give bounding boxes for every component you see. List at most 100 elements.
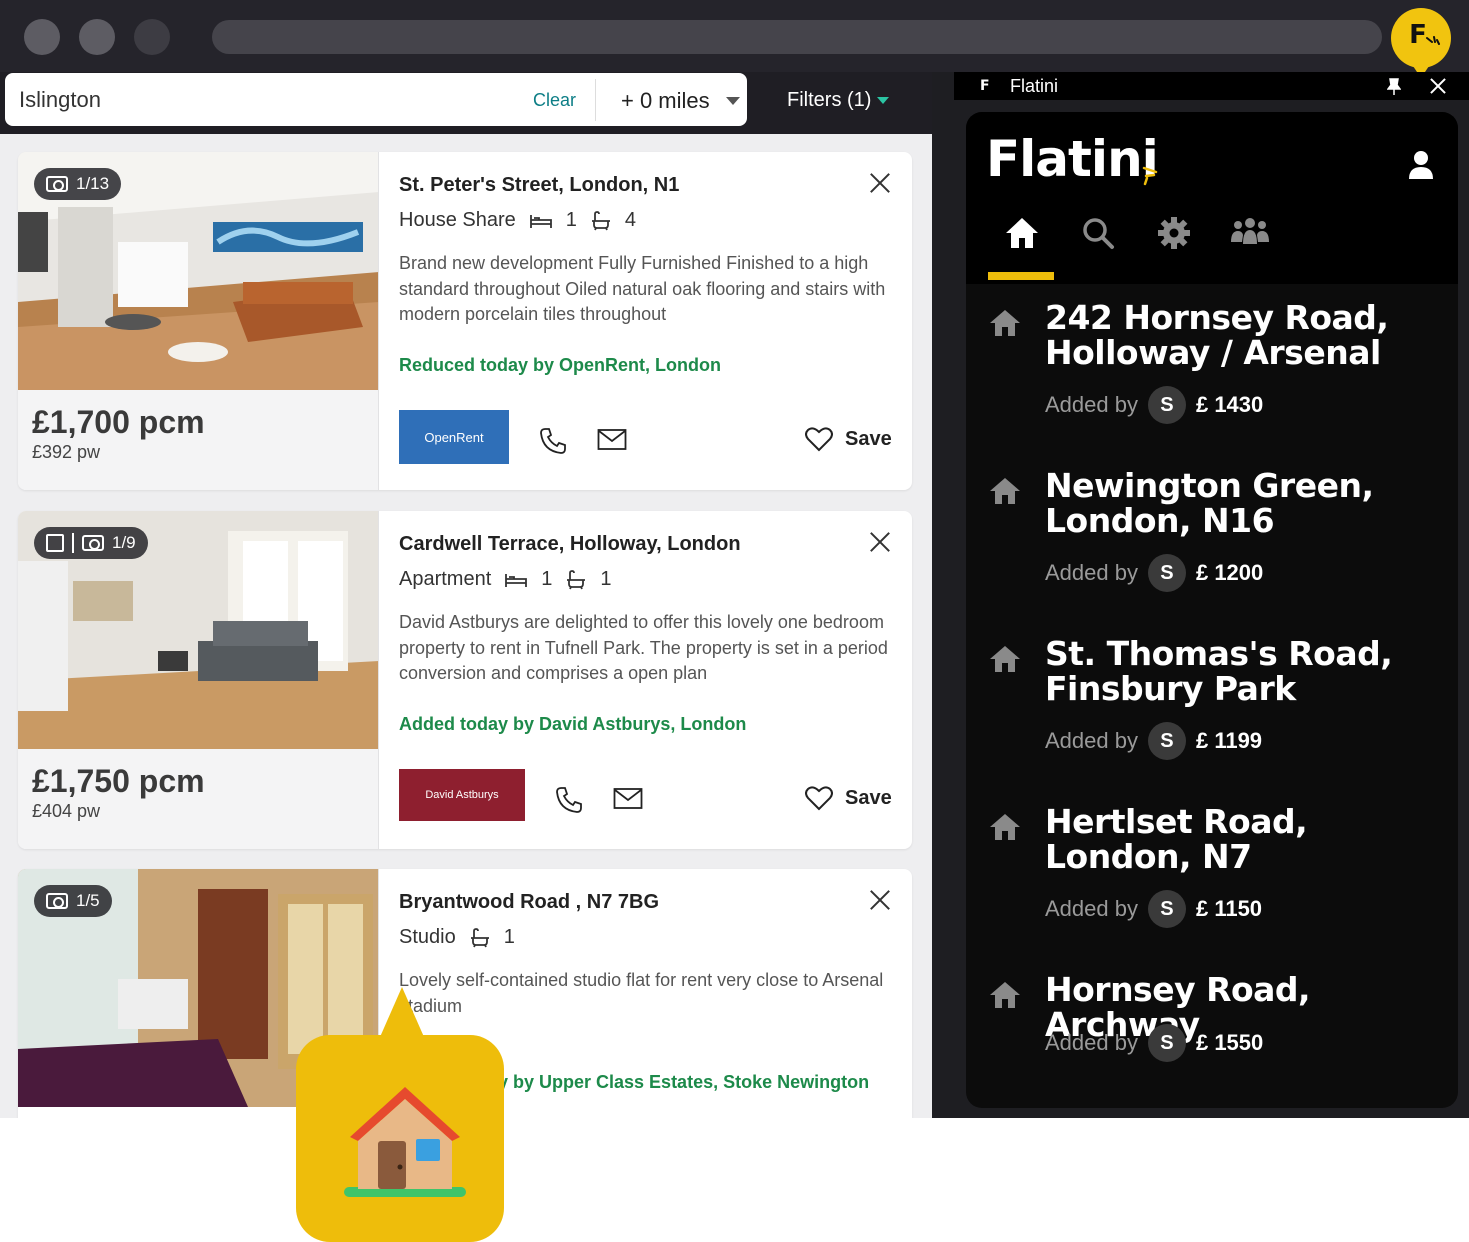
home-icon[interactable]	[1004, 216, 1040, 250]
brand-logo: Flatini	[986, 130, 1159, 188]
listing-card[interactable]: 1/9 £1,750 pcm £404 pw Cardwell Terrace,…	[18, 511, 912, 849]
agent-name: David Astburys	[425, 789, 499, 801]
listing-description: Lovely self-contained studio flat for re…	[399, 970, 884, 1016]
added-by-row: Added by S £ 1430	[1045, 386, 1263, 424]
bed-icon	[529, 214, 552, 228]
price-box: £1,750 pcm £404 pw	[18, 749, 379, 849]
added-by-label: Added by	[1045, 392, 1138, 417]
mail-icon[interactable]	[597, 428, 627, 452]
added-by-label: Added by	[1045, 560, 1138, 585]
search-row: Clear + 0 miles Filters (1)	[0, 72, 932, 134]
camera-icon	[46, 176, 68, 192]
agent-name: OpenRent	[424, 429, 484, 445]
window-close-dot[interactable]	[24, 19, 60, 55]
avatar: S	[1147, 1024, 1186, 1062]
window-maximize-dot[interactable]	[134, 19, 170, 55]
home-icon	[990, 646, 1020, 672]
added-by-label: Added by	[1045, 728, 1138, 753]
location-input[interactable]	[19, 87, 399, 113]
listing-meta: House Share 1 4	[399, 209, 636, 232]
spark-icon	[1426, 36, 1440, 45]
chevron-down-icon[interactable]	[726, 97, 740, 105]
bath-count: 4	[624, 209, 636, 231]
bath-count: 1	[600, 568, 612, 590]
added-by-row: Added by S £ 1550	[1045, 1024, 1263, 1062]
property-search-page: Clear + 0 miles Filters (1)	[0, 72, 932, 1118]
saved-listing-price: £ 1430	[1195, 392, 1264, 417]
photo-count: 1/9	[112, 533, 136, 552]
save-button[interactable]: Save	[805, 426, 892, 452]
phone-icon[interactable]	[539, 427, 567, 455]
mail-icon[interactable]	[613, 787, 643, 811]
radius-select[interactable]: + 0 miles	[621, 88, 710, 114]
add-to-flatini-popup[interactable]	[296, 987, 504, 1242]
added-by-label: Added by	[1045, 1030, 1138, 1055]
filters-label: Filters (1)	[787, 89, 872, 111]
property-type: Studio	[399, 926, 456, 948]
listing-address[interactable]: St. Peter's Street, London, N1	[399, 174, 679, 197]
divider	[72, 533, 74, 553]
save-button[interactable]: Save	[805, 785, 892, 811]
listing-added-status: Added today by David Astburys, London	[399, 714, 747, 734]
price-monthly: £1,700 pcm	[32, 404, 205, 440]
listing-photo[interactable]: 1/13	[18, 152, 379, 390]
heart-icon	[805, 427, 833, 452]
screen: F Clear + 0 miles Filters (1)	[0, 0, 1469, 1242]
photo-count: 1/5	[76, 891, 100, 910]
clear-button[interactable]: Clear	[533, 90, 576, 111]
group-icon[interactable]	[1229, 216, 1271, 248]
avatar: S	[1147, 722, 1186, 760]
dismiss-icon[interactable]	[869, 172, 891, 194]
pin-icon[interactable]	[1387, 78, 1401, 96]
listing-description: David Astburys are delighted to offer th…	[399, 612, 888, 683]
listing-info: St. Peter's Street, London, N1 House Sha…	[399, 152, 899, 490]
home-icon	[990, 982, 1020, 1008]
listing-card[interactable]: 1/13 £1,700 pcm £392 pw St. Peter's Stre…	[18, 152, 912, 490]
close-icon[interactable]	[1430, 78, 1446, 94]
save-label: Save	[845, 786, 892, 809]
window-minimize-dot[interactable]	[79, 19, 115, 55]
saved-listing-title: St. Thomas's Road, Finsbury Park	[1045, 634, 1393, 708]
flatini-logo-mini: F	[980, 78, 990, 94]
listing-address[interactable]: Bryantwood Road , N7 7BG	[399, 891, 659, 914]
divider	[595, 79, 596, 121]
house-icon	[344, 1087, 466, 1197]
added-by-row: Added by S £ 1200	[1045, 554, 1263, 592]
price-weekly: £404 pw	[32, 801, 101, 821]
active-tab-indicator	[988, 272, 1054, 280]
address-bar[interactable]	[212, 20, 1382, 54]
panel-header: Flatini	[966, 112, 1458, 284]
phone-icon[interactable]	[555, 786, 583, 814]
photo-count-badge: 1/9	[34, 527, 148, 559]
caret-down-icon	[877, 97, 890, 105]
avatar: S	[1147, 890, 1186, 928]
bath-count: 1	[503, 926, 515, 948]
location-search-box: Clear + 0 miles	[5, 73, 747, 126]
saved-listing-price: £ 1550	[1195, 1030, 1264, 1055]
dismiss-icon[interactable]	[869, 889, 891, 911]
agent-logo[interactable]: David Astburys	[399, 769, 525, 821]
flatini-extension-button[interactable]: F	[1391, 8, 1451, 78]
extension-window-title: Flatini	[1010, 76, 1059, 96]
bed-count: 1	[541, 568, 553, 590]
bath-icon	[591, 210, 610, 230]
avatar: S	[1147, 554, 1186, 592]
dismiss-icon[interactable]	[869, 531, 891, 553]
listing-description: Brand new development Fully Furnished Fi…	[399, 253, 886, 324]
spark-icon	[1142, 166, 1158, 186]
filters-button[interactable]: Filters (1)	[787, 89, 890, 112]
listing-address[interactable]: Cardwell Terrace, Holloway, London	[399, 533, 741, 556]
agent-logo[interactable]: OpenRent	[399, 410, 509, 464]
price-box: £1,700 pcm £392 pw	[18, 390, 379, 490]
home-icon	[990, 478, 1020, 504]
user-icon[interactable]	[1408, 150, 1434, 180]
divider	[378, 152, 379, 490]
price-weekly: £392 pw	[32, 442, 101, 462]
gear-icon[interactable]	[1157, 216, 1191, 250]
camera-icon	[82, 535, 104, 551]
saved-listing-title: Hertlset Road, London, N7	[1045, 802, 1308, 876]
listing-info: Cardwell Terrace, Holloway, London Apart…	[399, 511, 899, 849]
listing-photo[interactable]: 1/9	[18, 511, 379, 749]
search-icon[interactable]	[1081, 216, 1115, 250]
bed-count: 1	[565, 209, 577, 231]
